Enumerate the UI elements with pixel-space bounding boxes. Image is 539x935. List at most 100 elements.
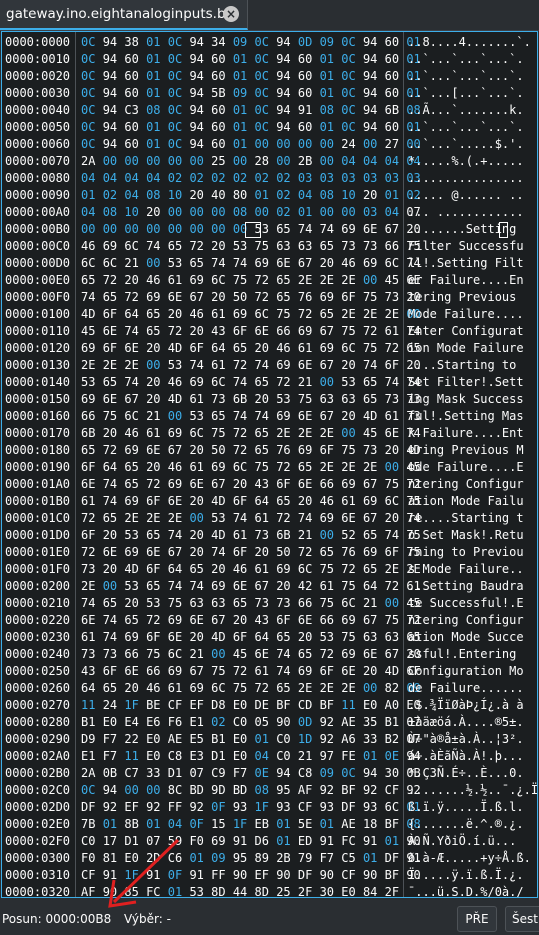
hex-byte[interactable]: 74	[276, 664, 290, 678]
hex-byte[interactable]: 61	[255, 562, 269, 576]
hex-byte[interactable]: 65	[363, 562, 377, 576]
hex-byte[interactable]: 63	[385, 630, 399, 644]
hex-byte[interactable]: 6F	[233, 545, 247, 559]
hex-byte[interactable]: 0C	[81, 137, 95, 151]
hex-byte[interactable]: 01	[320, 69, 334, 83]
hex-byte[interactable]: 73	[341, 239, 355, 253]
hex-byte[interactable]: F7	[233, 766, 247, 780]
hex-byte[interactable]: 00	[168, 205, 182, 219]
hex-byte[interactable]: 6E	[81, 477, 95, 491]
row-bytes[interactable]: 2E 00 53 65 74 74 69 6E 67 20 42 61 75 6…	[81, 578, 421, 595]
hex-byte[interactable]: 65	[103, 375, 117, 389]
hex-byte[interactable]: 1F	[255, 800, 269, 814]
hex-byte[interactable]: 75	[363, 290, 377, 304]
hex-byte[interactable]: 67	[168, 545, 182, 559]
hex-byte[interactable]: 94	[103, 137, 117, 151]
hex-byte[interactable]: 2E	[124, 358, 138, 372]
row-bytes[interactable]: 64 65 20 46 61 69 6C 75 72 65 2E 2E 2E 0…	[81, 680, 421, 697]
hex-byte[interactable]: D1	[168, 766, 182, 780]
hex-byte[interactable]: 28	[255, 154, 269, 168]
row-bytes[interactable]: 0C 94 60 01 0C 94 5B 09 0C 94 60 01 0C 9…	[81, 85, 421, 102]
hex-byte[interactable]: 09	[320, 766, 334, 780]
hex-byte[interactable]: 0C	[168, 120, 182, 134]
hex-byte[interactable]: 75	[146, 647, 160, 661]
hex-byte[interactable]: B2	[385, 732, 399, 746]
hex-byte[interactable]: 66	[385, 239, 399, 253]
hex-byte[interactable]: 45	[81, 324, 95, 338]
hex-byte[interactable]: 6E	[298, 409, 312, 423]
hex-byte[interactable]: 73	[103, 647, 117, 661]
row-ascii[interactable]: Filter Successfu	[408, 238, 524, 255]
hex-byte[interactable]: 94	[363, 69, 377, 83]
hex-byte[interactable]: 67	[189, 290, 203, 304]
hex-byte[interactable]: 61	[298, 341, 312, 355]
hex-byte[interactable]: 6F	[233, 324, 247, 338]
hex-byte[interactable]: 20	[211, 290, 225, 304]
hex-byte[interactable]: 6F	[103, 664, 117, 678]
row-bytes[interactable]: 43 6F 6E 66 69 67 75 72 61 74 69 6F 6E 2…	[81, 663, 421, 680]
row-ascii[interactable]: ering Previous M	[408, 442, 524, 459]
hex-byte[interactable]: 0C	[168, 52, 182, 66]
hex-byte[interactable]: 61	[189, 392, 203, 406]
hex-byte[interactable]: 6B	[276, 528, 290, 542]
hex-byte[interactable]: 6F	[189, 341, 203, 355]
hex-byte[interactable]: 20	[103, 528, 117, 542]
hex-byte[interactable]: 2E	[341, 681, 355, 695]
hex-byte[interactable]: 20	[146, 460, 160, 474]
hex-byte[interactable]: 53	[124, 579, 138, 593]
hex-byte[interactable]: 00	[168, 409, 182, 423]
row-ascii[interactable]: ..8....4.......`.	[408, 34, 531, 51]
hex-byte[interactable]: 2E	[146, 511, 160, 525]
hex-byte[interactable]: 04	[168, 817, 182, 831]
hex-byte[interactable]: 6F	[385, 545, 399, 559]
hex-byte[interactable]: EF	[189, 698, 203, 712]
hex-byte[interactable]: 94	[189, 120, 203, 134]
hex-byte[interactable]: 72	[103, 273, 117, 287]
hex-byte[interactable]: 2E	[385, 307, 399, 321]
hex-byte[interactable]: 60	[385, 120, 399, 134]
hex-byte[interactable]: 08	[320, 103, 334, 117]
hex-byte[interactable]: 00	[146, 358, 160, 372]
hex-byte[interactable]: 00	[211, 222, 225, 236]
hex-byte[interactable]: 72	[233, 443, 247, 457]
hex-byte[interactable]: 81	[103, 851, 117, 865]
hex-byte[interactable]: 4D	[168, 392, 182, 406]
hex-byte[interactable]: 72	[189, 239, 203, 253]
hex-byte[interactable]: 38	[124, 35, 138, 49]
hex-byte[interactable]: 63	[363, 630, 377, 644]
hex-byte[interactable]: 64	[168, 562, 182, 576]
hex-byte[interactable]: 01	[233, 52, 247, 66]
hex-byte[interactable]: 2E	[320, 426, 334, 440]
hex-byte[interactable]: 20	[385, 443, 399, 457]
hex-byte[interactable]: 61	[81, 630, 95, 644]
hex-byte[interactable]: 66	[124, 647, 138, 661]
hex-byte[interactable]: 69	[276, 358, 290, 372]
hex-byte[interactable]: 6C	[168, 647, 182, 661]
hex-byte[interactable]: 01	[233, 137, 247, 151]
hex-byte[interactable]: 6E	[341, 664, 355, 678]
hex-byte[interactable]: 2F	[385, 885, 399, 897]
hex-byte[interactable]: 67	[320, 324, 334, 338]
file-tab[interactable]: gateway.ino.eightanaloginputs.bin ×	[0, 0, 248, 30]
hex-byte[interactable]: CF	[385, 783, 399, 797]
row-bytes[interactable]: 73 73 66 75 6C 21 00 45 6E 74 65 72 69 6…	[81, 646, 421, 663]
hex-byte[interactable]: 93	[276, 800, 290, 814]
hex-byte[interactable]: 69	[168, 664, 182, 678]
hex-byte[interactable]: 2E	[298, 426, 312, 440]
hex-byte[interactable]: 20	[189, 630, 203, 644]
hex-byte[interactable]: 33	[363, 732, 377, 746]
row-ascii[interactable]: ..... @...... ..	[408, 187, 524, 204]
row-ascii[interactable]: ..`...`...`...`.	[408, 119, 524, 136]
row-bytes[interactable]: 2E 2E 2E 00 53 74 61 72 74 69 6E 67 20 7…	[81, 357, 421, 374]
hex-byte[interactable]: 67	[298, 256, 312, 270]
hex-byte[interactable]: 53	[168, 358, 182, 372]
hex-byte[interactable]: 01	[233, 69, 247, 83]
hex-byte[interactable]: 21	[124, 256, 138, 270]
hex-byte[interactable]: 6F	[276, 477, 290, 491]
hex-byte[interactable]: 94	[189, 69, 203, 83]
hex-byte[interactable]: 94	[363, 120, 377, 134]
hex-byte[interactable]: 6E	[363, 222, 377, 236]
hex-byte[interactable]: BF	[320, 698, 334, 712]
hex-byte[interactable]: 02	[276, 205, 290, 219]
hex-byte[interactable]: 03	[320, 171, 334, 185]
